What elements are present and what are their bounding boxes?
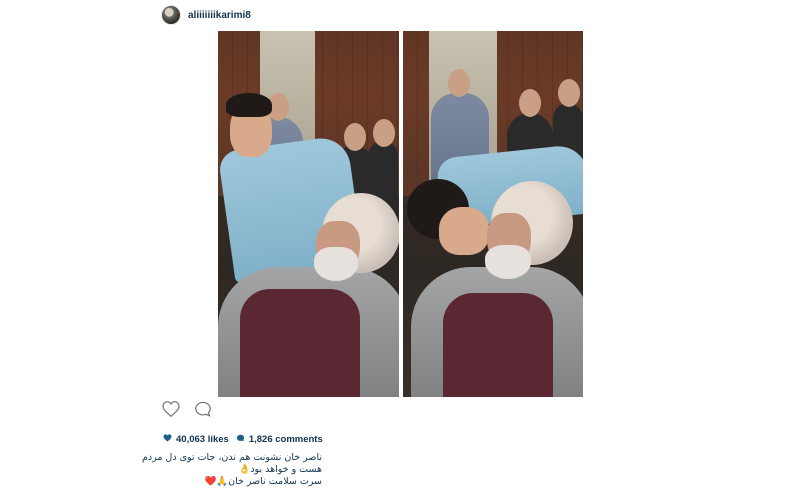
photo-panel-left (218, 31, 399, 397)
old-man-beard (484, 245, 531, 279)
comments-count[interactable]: 1,826 comments (236, 434, 323, 445)
post-caption: ناصر خان نشونت هم ندن، جات توی دل مردم ه… (141, 452, 323, 488)
caption-line: سرت سلامت ناصر خان🙏❤️ (204, 476, 323, 487)
post-stats: 40,063 likes 1,826 comments (163, 433, 323, 445)
caption-line: ناصر خان نشونت هم ندن، جات توی دل مردم (141, 452, 322, 463)
speech-bubble-icon[interactable] (194, 401, 212, 422)
old-man-shirt (442, 293, 553, 397)
likes-count[interactable]: 40,063 likes (163, 434, 229, 445)
likes-text: 40,063 likes (176, 433, 229, 445)
background-man-head (447, 69, 470, 97)
heart-outline-icon[interactable] (162, 400, 180, 422)
username[interactable]: aliiiiiiikarimi8 (188, 10, 251, 21)
avatar-icon[interactable] (162, 6, 180, 24)
background-man-head (373, 119, 395, 147)
old-man-beard (314, 247, 358, 281)
chat-bubble-filled-icon (236, 434, 245, 445)
old-man-shirt (240, 289, 360, 397)
post-header: aliiiiiiikarimi8 (162, 5, 251, 25)
post-photo[interactable] (218, 31, 583, 397)
caption-line: هست و خواهد بود👌 (238, 464, 323, 475)
photo-panel-right (402, 31, 583, 397)
comments-text: 1,826 comments (248, 433, 323, 445)
background-man-head (557, 79, 580, 107)
heart-filled-icon (163, 433, 172, 445)
young-man-hair (226, 93, 272, 117)
background-man-head (344, 123, 366, 151)
post-actions (162, 400, 212, 422)
background-man-head (518, 89, 541, 117)
young-man-head (438, 207, 489, 255)
